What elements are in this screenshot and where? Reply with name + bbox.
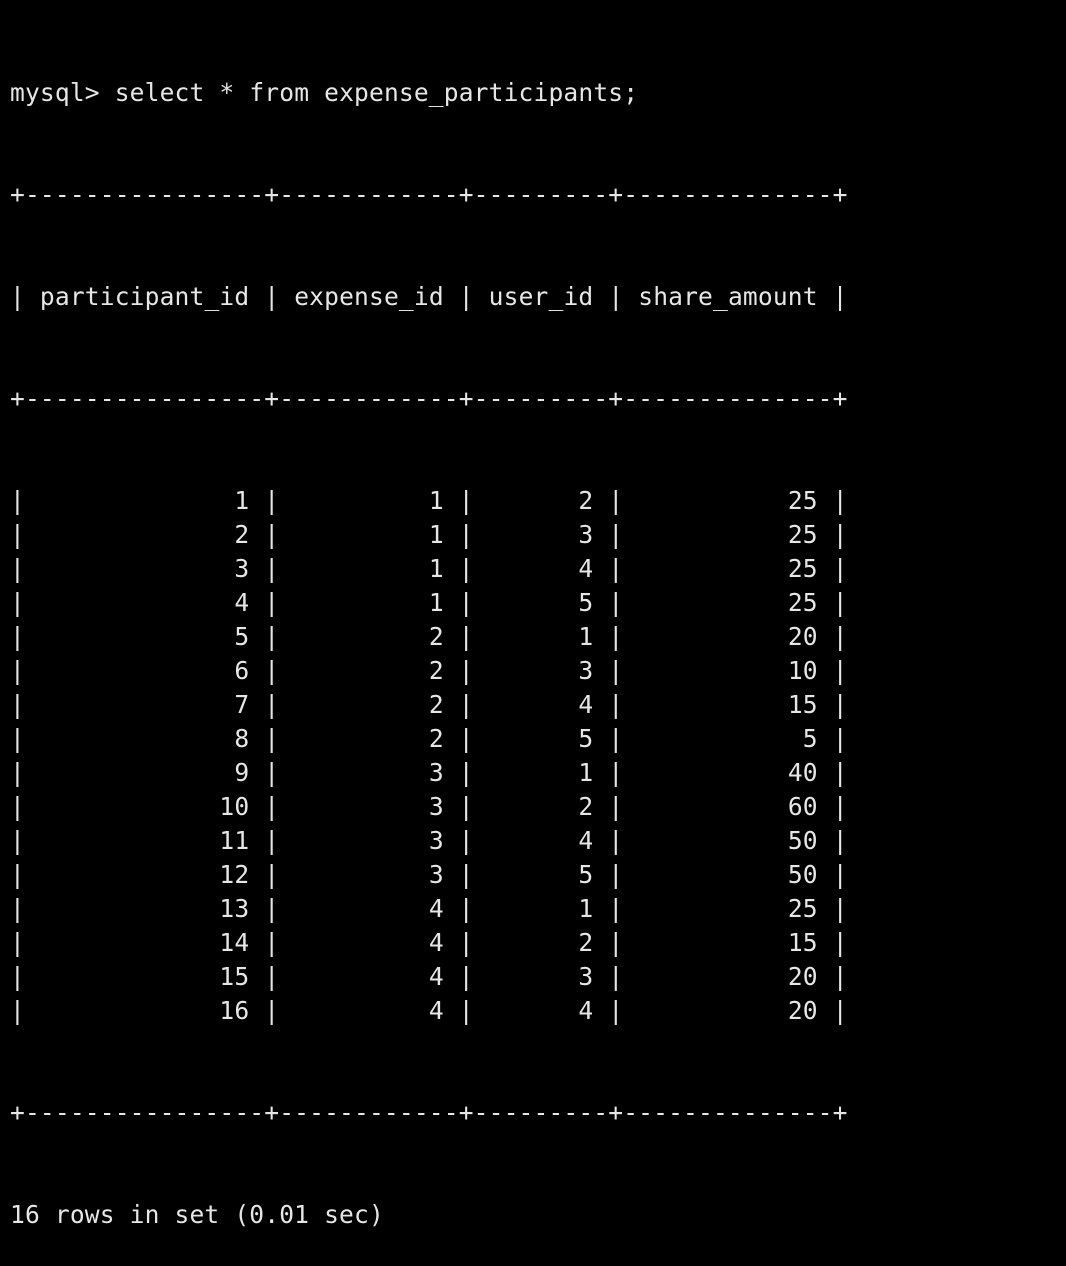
terminal-output[interactable]: mysql> select * from expense_participant… — [10, 8, 1056, 1229]
participant-id-cell: 12 — [219, 860, 250, 889]
expense-id-cell: 4 — [428, 996, 444, 1025]
user-id-cell: 3 — [578, 656, 594, 685]
user-id-cell: 1 — [578, 622, 594, 651]
participant-id-cell: 13 — [219, 894, 250, 923]
expense-id-cell: 4 — [428, 894, 444, 923]
participant-id-cell: 6 — [234, 656, 250, 685]
participant-id-cell: 14 — [219, 928, 250, 957]
table-row: | 16 | 4 | 4 | 20 | — [10, 996, 848, 1025]
expense-id-cell: 2 — [428, 724, 444, 753]
expense-id-cell: 1 — [428, 486, 444, 515]
participant-id-cell: 16 — [219, 996, 250, 1025]
table-row: | 11 | 3 | 4 | 50 | — [10, 826, 848, 855]
participant-id-cell: 4 — [234, 588, 250, 617]
user-id-cell: 3 — [578, 962, 594, 991]
header-user-id: user_id — [488, 282, 594, 311]
header-expense-id: expense_id — [294, 282, 444, 311]
expense-id-cell: 2 — [428, 622, 444, 651]
expense-id-cell: 1 — [428, 520, 444, 549]
table-header-row: | participant_id | expense_id | user_id … — [10, 282, 848, 311]
header-share-amount: share_amount — [638, 282, 818, 311]
table-row: | 12 | 3 | 5 | 50 | — [10, 860, 848, 889]
mysql-prompt: mysql> — [10, 78, 100, 107]
share-amount-cell: 25 — [787, 520, 818, 549]
table-border-bottom: +----------------+------------+---------… — [10, 1098, 848, 1127]
participant-id-cell: 1 — [234, 486, 250, 515]
table-row: | 6 | 2 | 3 | 10 | — [10, 656, 848, 685]
table-border-top: +----------------+------------+---------… — [10, 180, 848, 209]
header-participant-id: participant_id — [39, 282, 250, 311]
user-id-cell: 4 — [578, 996, 594, 1025]
user-id-cell: 4 — [578, 690, 594, 719]
share-amount-cell: 20 — [787, 962, 818, 991]
share-amount-cell: 15 — [787, 928, 818, 957]
table-row: | 9 | 3 | 1 | 40 | — [10, 758, 848, 787]
expense-id-cell: 4 — [428, 962, 444, 991]
expense-id-cell: 4 — [428, 928, 444, 957]
participant-id-cell: 2 — [234, 520, 250, 549]
user-id-cell: 1 — [578, 894, 594, 923]
expense-id-cell: 1 — [428, 588, 444, 617]
share-amount-cell: 25 — [787, 588, 818, 617]
share-amount-cell: 60 — [787, 792, 818, 821]
share-amount-cell: 25 — [787, 894, 818, 923]
participant-id-cell: 11 — [219, 826, 250, 855]
participant-id-cell: 5 — [234, 622, 250, 651]
share-amount-cell: 5 — [802, 724, 818, 753]
table-row: | 13 | 4 | 1 | 25 | — [10, 894, 848, 923]
table-row: | 7 | 2 | 4 | 15 | — [10, 690, 848, 719]
expense-id-cell: 2 — [428, 656, 444, 685]
user-id-cell: 4 — [578, 554, 594, 583]
table-row: | 4 | 1 | 5 | 25 | — [10, 588, 848, 617]
table-row: | 10 | 3 | 2 | 60 | — [10, 792, 848, 821]
expense-id-cell: 2 — [428, 690, 444, 719]
user-id-cell: 5 — [578, 860, 594, 889]
share-amount-cell: 50 — [787, 826, 818, 855]
table-row: | 2 | 1 | 3 | 25 | — [10, 520, 848, 549]
table-row: | 1 | 1 | 2 | 25 | — [10, 486, 848, 515]
table-row: | 5 | 2 | 1 | 20 | — [10, 622, 848, 651]
user-id-cell: 4 — [578, 826, 594, 855]
expense-id-cell: 3 — [428, 826, 444, 855]
user-id-cell: 3 — [578, 520, 594, 549]
user-id-cell: 2 — [578, 928, 594, 957]
share-amount-cell: 25 — [787, 554, 818, 583]
participant-id-cell: 15 — [219, 962, 250, 991]
share-amount-cell: 20 — [787, 622, 818, 651]
participant-id-cell: 7 — [234, 690, 250, 719]
participant-id-cell: 3 — [234, 554, 250, 583]
user-id-cell: 5 — [578, 588, 594, 617]
user-id-cell: 2 — [578, 792, 594, 821]
command-line: mysql> select * from expense_participant… — [10, 76, 1056, 110]
user-id-cell: 1 — [578, 758, 594, 787]
share-amount-cell: 15 — [787, 690, 818, 719]
participant-id-cell: 10 — [219, 792, 250, 821]
share-amount-cell: 50 — [787, 860, 818, 889]
expense-id-cell: 3 — [428, 792, 444, 821]
expense-id-cell: 3 — [428, 860, 444, 889]
share-amount-cell: 40 — [787, 758, 818, 787]
expense-id-cell: 3 — [428, 758, 444, 787]
share-amount-cell: 25 — [787, 486, 818, 515]
table-row: | 15 | 4 | 3 | 20 | — [10, 962, 848, 991]
participant-id-cell: 8 — [234, 724, 250, 753]
result-summary: 16 rows in set (0.01 sec) — [10, 1200, 384, 1229]
table-body: | 1 | 1 | 2 | 25 | | 2 | 1 | 3 | 25 | | 3 … — [10, 484, 1056, 1028]
user-id-cell: 2 — [578, 486, 594, 515]
table-row: | 3 | 1 | 4 | 25 | — [10, 554, 848, 583]
participant-id-cell: 9 — [234, 758, 250, 787]
user-id-cell: 5 — [578, 724, 594, 753]
expense-id-cell: 1 — [428, 554, 444, 583]
share-amount-cell: 20 — [787, 996, 818, 1025]
share-amount-cell: 10 — [787, 656, 818, 685]
sql-command: select * from expense_participants; — [114, 78, 639, 107]
table-row: | 8 | 2 | 5 | 5 | — [10, 724, 848, 753]
table-row: | 14 | 4 | 2 | 15 | — [10, 928, 848, 957]
table-border-header: +----------------+------------+---------… — [10, 384, 848, 413]
